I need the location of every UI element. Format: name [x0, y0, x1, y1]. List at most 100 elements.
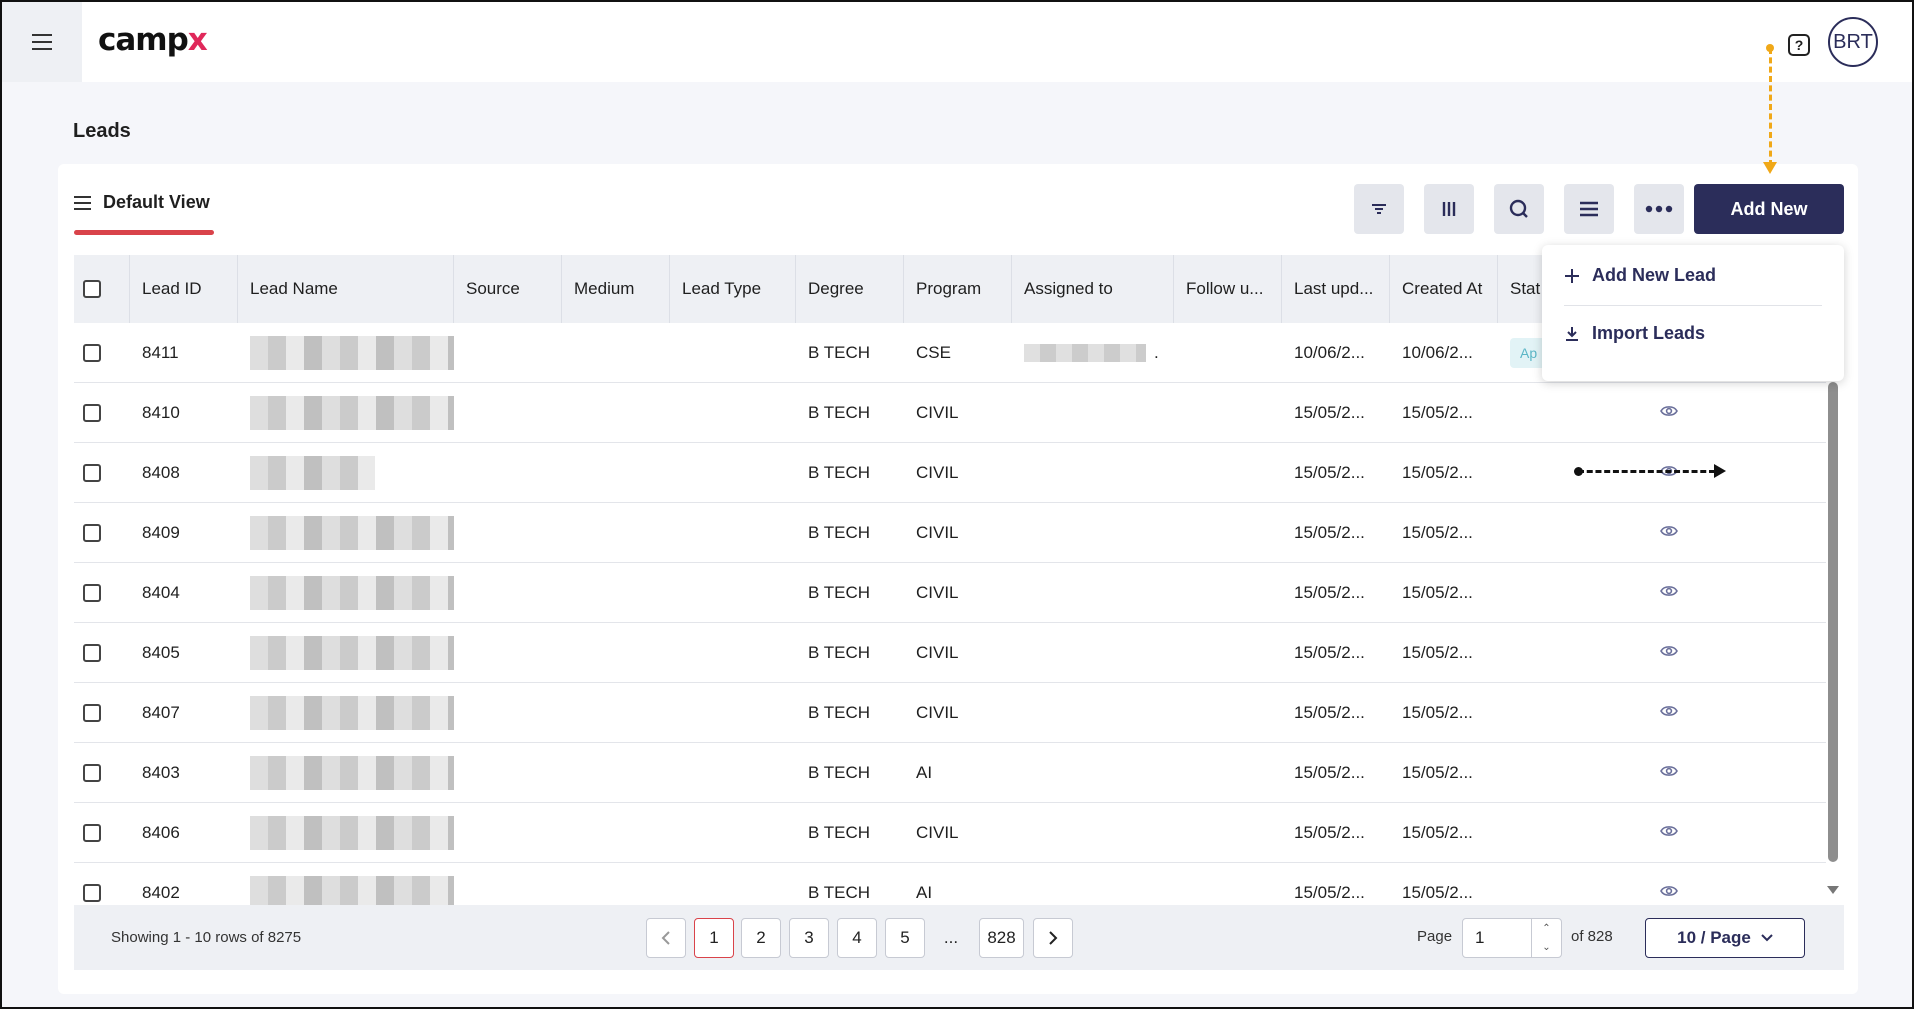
view-button[interactable]	[1660, 643, 1678, 663]
scroll-down-arrow[interactable]	[1827, 886, 1839, 894]
col-header[interactable]: Last upd...	[1282, 255, 1390, 323]
eye-icon	[1660, 765, 1678, 776]
view-button[interactable]	[1660, 523, 1678, 543]
page-number-input[interactable]: 1 ⌃ ⌄	[1462, 918, 1562, 958]
row-checkbox[interactable]	[83, 823, 101, 842]
table-cell	[1174, 803, 1282, 863]
lead-name-redacted	[250, 755, 454, 790]
table-row[interactable]: 8410 B TECH CIVIL 15/05/2... 15/05/2...	[74, 383, 1826, 443]
view-button[interactable]	[1660, 823, 1678, 843]
view-button[interactable]	[1660, 883, 1678, 903]
vertical-scrollbar[interactable]	[1828, 382, 1838, 862]
view-button[interactable]	[1660, 763, 1678, 783]
table-cell	[562, 563, 670, 623]
annotation-arrow-line	[1578, 470, 1715, 473]
add-new-button[interactable]: Add New	[1694, 184, 1844, 234]
row-checkbox[interactable]	[83, 883, 101, 902]
import-leads-item[interactable]: Import Leads	[1564, 323, 1705, 344]
table-cell	[562, 503, 670, 563]
table-row[interactable]: 8405 B TECH CIVIL 15/05/2... 15/05/2...	[74, 623, 1826, 683]
col-header[interactable]: Lead ID	[130, 255, 238, 323]
table-cell	[74, 323, 130, 383]
view-label: Default View	[103, 192, 210, 212]
page-button[interactable]: 5	[885, 918, 925, 958]
chevron-up-icon[interactable]: ⌃	[1542, 923, 1550, 934]
table-row[interactable]: 8404 B TECH CIVIL 15/05/2... 15/05/2...	[74, 563, 1826, 623]
row-checkbox[interactable]	[83, 463, 101, 482]
row-checkbox[interactable]	[83, 523, 101, 542]
row-checkbox[interactable]	[83, 583, 101, 602]
last-page-button[interactable]: 828	[979, 918, 1024, 958]
page-size-select[interactable]: 10 / Page	[1645, 918, 1805, 958]
row-checkbox[interactable]	[83, 403, 101, 422]
degree: B TECH	[808, 642, 871, 662]
chevron-down-icon[interactable]: ⌄	[1542, 942, 1550, 953]
view-button[interactable]	[1660, 403, 1678, 423]
table-cell	[1498, 503, 1698, 563]
col-header[interactable]: Created At	[1390, 255, 1498, 323]
chevron-right-icon	[1049, 931, 1058, 945]
table-cell: CIVIL	[904, 623, 1012, 683]
view-button[interactable]	[1660, 583, 1678, 603]
table-cell	[454, 863, 562, 906]
table-cell	[1012, 623, 1174, 683]
filter-button[interactable]	[1354, 184, 1404, 234]
row-checkbox[interactable]	[83, 343, 101, 362]
columns-button[interactable]	[1424, 184, 1474, 234]
col-header[interactable]: Source	[454, 255, 562, 323]
avatar[interactable]: BRT	[1828, 17, 1878, 67]
help-icon[interactable]: ?	[1788, 34, 1810, 56]
table-cell: CIVIL	[904, 563, 1012, 623]
col-header[interactable]: Program	[904, 255, 1012, 323]
table-cell	[562, 383, 670, 443]
app-logo[interactable]: campx	[98, 22, 208, 58]
last-updated: 15/05/2...	[1294, 402, 1365, 422]
eye-icon	[1660, 585, 1678, 596]
table-cell	[1012, 683, 1174, 743]
table-row[interactable]: 8407 B TECH CIVIL 15/05/2... 15/05/2...	[74, 683, 1826, 743]
col-header[interactable]: Medium	[562, 255, 670, 323]
search-button[interactable]	[1494, 184, 1544, 234]
table-cell	[454, 443, 562, 503]
last-updated: 10/06/2...	[1294, 342, 1365, 362]
col-header[interactable]: Lead Type	[670, 255, 796, 323]
col-header[interactable]: Follow u...	[1174, 255, 1282, 323]
density-button[interactable]	[1564, 184, 1614, 234]
page-ellipsis[interactable]: ...	[931, 918, 971, 958]
download-icon	[1566, 326, 1578, 341]
more-button[interactable]	[1634, 184, 1684, 234]
col-header[interactable]: Assigned to	[1012, 255, 1174, 323]
created-at: 15/05/2...	[1402, 582, 1473, 602]
page-button[interactable]: 4	[837, 918, 877, 958]
row-checkbox[interactable]	[83, 643, 101, 662]
table-cell: 15/05/2...	[1282, 803, 1390, 863]
row-checkbox[interactable]	[83, 763, 101, 782]
select-all-checkbox[interactable]	[83, 280, 101, 298]
created-at: 15/05/2...	[1402, 402, 1473, 422]
table-row[interactable]: 8406 B TECH CIVIL 15/05/2... 15/05/2...	[74, 803, 1826, 863]
table-row[interactable]: 8402 B TECH AI 15/05/2... 15/05/2...	[74, 863, 1826, 905]
table-row[interactable]: 8403 B TECH AI 15/05/2... 15/05/2...	[74, 743, 1826, 803]
prev-page-button[interactable]	[646, 918, 686, 958]
dropdown-divider	[1564, 305, 1822, 306]
table-row[interactable]: 8409 B TECH CIVIL 15/05/2... 15/05/2...	[74, 503, 1826, 563]
add-new-lead-item[interactable]: Add New Lead	[1564, 265, 1716, 286]
table-row[interactable]: 8408 B TECH CIVIL 15/05/2... 15/05/2...	[74, 443, 1826, 503]
page-button[interactable]: 1	[694, 918, 734, 958]
view-selector[interactable]: Default View	[74, 192, 210, 213]
table-cell	[238, 563, 454, 623]
table-cell	[454, 683, 562, 743]
page-button[interactable]: 2	[741, 918, 781, 958]
assigned-redacted	[1024, 343, 1146, 362]
col-header[interactable]: Lead Name	[238, 255, 454, 323]
col-header[interactable]: Degree	[796, 255, 904, 323]
page-button[interactable]: 3	[789, 918, 829, 958]
hamburger-menu-button[interactable]	[2, 2, 82, 82]
next-page-button[interactable]	[1033, 918, 1073, 958]
table-cell	[74, 503, 130, 563]
table-cell: B TECH	[796, 803, 904, 863]
row-checkbox[interactable]	[83, 703, 101, 722]
view-button[interactable]	[1660, 703, 1678, 723]
page-stepper[interactable]: ⌃ ⌄	[1531, 919, 1561, 957]
degree: B TECH	[808, 402, 871, 422]
